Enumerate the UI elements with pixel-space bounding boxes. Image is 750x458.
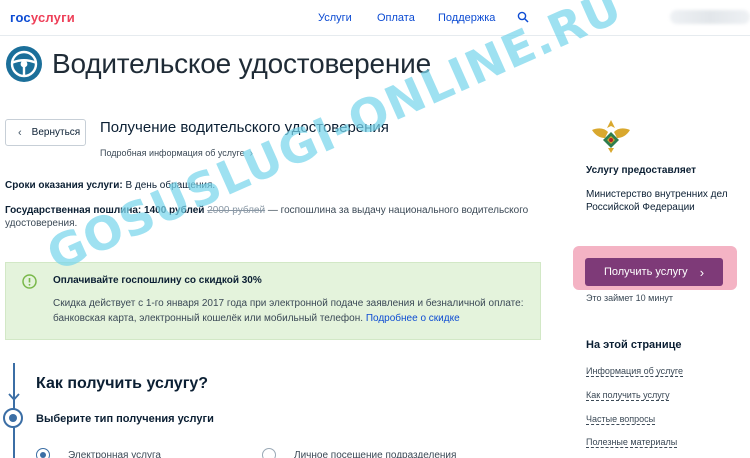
notice-text: Скидка действует с 1-го января 2017 года… xyxy=(53,296,533,326)
state-fee: Государственная пошлина: 1400 рублей 200… xyxy=(5,204,530,230)
logo-text-part2: услуги xyxy=(30,10,75,25)
provider-name: Министерство внутренних дел Российской Ф… xyxy=(586,189,728,213)
timeline-step-marker xyxy=(3,408,23,428)
chevron-left-icon: ‹ xyxy=(18,126,22,139)
onpage-link-faq[interactable]: Частые вопросы xyxy=(586,414,655,424)
nav-services[interactable]: Услуги xyxy=(318,12,352,24)
provider-label: Услугу предоставляет xyxy=(586,165,697,176)
service-title: Получение водительского удостоверения xyxy=(100,119,389,136)
radio-electronic-service[interactable] xyxy=(36,448,50,458)
logo-text-part1: гос xyxy=(10,10,31,25)
chevron-right-icon: › xyxy=(699,264,705,280)
user-profile-blurred[interactable] xyxy=(670,10,750,24)
discount-notice: Оплачивайте госпошлину со скидкой 30% Ск… xyxy=(5,262,541,340)
top-navigation-bar: госуслуги Услуги Оплата Поддержка xyxy=(0,0,750,36)
fee-label: Государственная пошлина: 1400 рублей xyxy=(5,205,205,216)
search-icon[interactable] xyxy=(517,11,529,23)
timeline-arrow-icon xyxy=(8,393,20,401)
get-service-button[interactable]: Получить услугу › xyxy=(585,258,723,286)
choose-type-heading: Выберите тип получения услуги xyxy=(36,413,214,425)
nav-support[interactable]: Поддержка xyxy=(438,12,495,24)
gosuslugi-logo[interactable]: госуслуги xyxy=(10,10,75,25)
onpage-link-how-to-get[interactable]: Как получить услугу xyxy=(586,390,670,400)
nav-payment[interactable]: Оплата xyxy=(377,12,415,24)
watermark: GOSUSLUGI-ONLINE.RU xyxy=(39,0,630,282)
terms-label: Сроки оказания услуги: xyxy=(5,180,123,191)
service-details-link[interactable]: Подробная информация об услуге › xyxy=(100,148,253,159)
notice-title: Оплачивайте госпошлину со скидкой 30% xyxy=(53,275,262,286)
get-service-label: Получить услугу xyxy=(603,266,688,278)
fee-old-price: 2000 рублей xyxy=(207,205,266,216)
onpage-link-materials[interactable]: Полезные материалы xyxy=(586,437,677,447)
mvd-emblem-icon xyxy=(592,120,630,153)
service-details-label: Подробная информация об услуге xyxy=(100,148,245,158)
chevron-right-icon: › xyxy=(249,148,253,159)
duration-note: Это займет 10 минут xyxy=(586,293,673,303)
info-icon xyxy=(22,274,37,289)
page-title: Водительское удостоверение xyxy=(52,48,431,79)
back-button[interactable]: ‹ Вернуться xyxy=(5,119,86,146)
steering-wheel-icon xyxy=(6,46,42,82)
back-button-label: Вернуться xyxy=(31,127,81,138)
onpage-link-service-info[interactable]: Информация об услуге xyxy=(586,366,683,376)
discount-details-link[interactable]: Подробнее о скидке xyxy=(366,313,460,324)
radio-label-electronic[interactable]: Электронная услуга xyxy=(68,450,161,458)
on-this-page-heading: На этой странице xyxy=(586,339,682,351)
service-terms: Сроки оказания услуги: В день обращения. xyxy=(5,180,215,191)
radio-personal-visit[interactable] xyxy=(262,448,276,458)
how-to-get-heading: Как получить услугу? xyxy=(36,375,209,392)
radio-label-personal-visit[interactable]: Личное посещение подразделения xyxy=(294,450,456,458)
terms-value: В день обращения. xyxy=(125,180,216,191)
